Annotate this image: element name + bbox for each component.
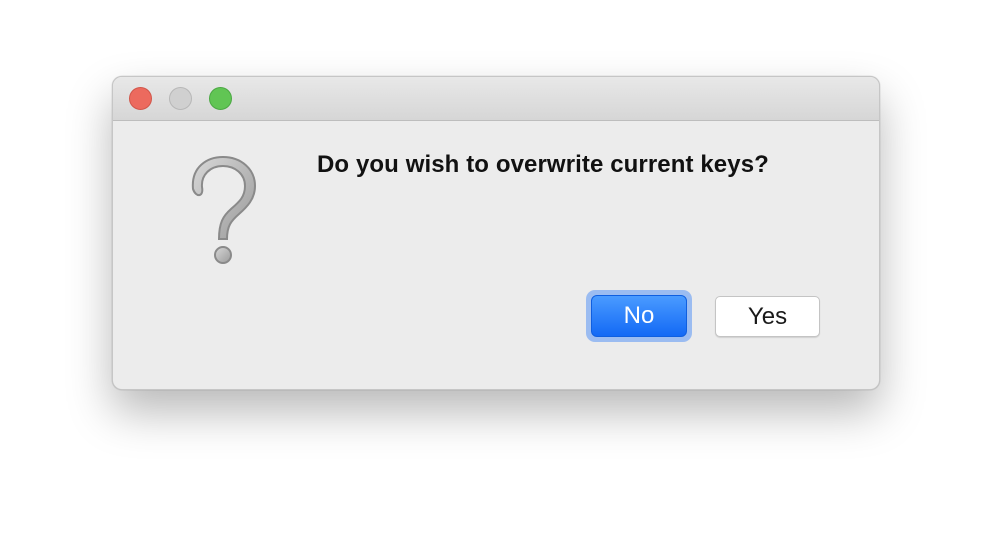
desktop-background: Do you wish to overwrite current keys? N… <box>0 0 992 538</box>
question-icon <box>191 155 257 264</box>
alert-dialog-window: Do you wish to overwrite current keys? N… <box>112 76 880 390</box>
dialog-message: Do you wish to overwrite current keys? <box>317 151 769 178</box>
close-window-button[interactable] <box>129 87 152 110</box>
minimize-window-button <box>169 87 192 110</box>
zoom-window-button[interactable] <box>209 87 232 110</box>
yes-button[interactable]: Yes <box>715 296 820 337</box>
title-bar <box>113 77 879 121</box>
no-button[interactable]: No <box>591 295 687 337</box>
